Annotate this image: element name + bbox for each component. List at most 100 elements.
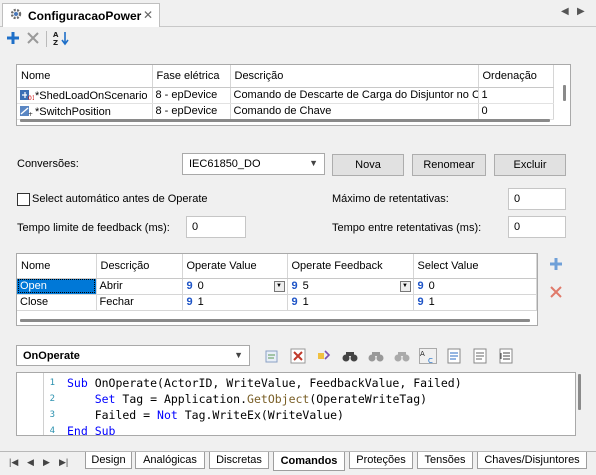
- cell-select-value[interactable]: 90: [413, 278, 537, 295]
- sort-az-icon[interactable]: AZ: [53, 30, 71, 49]
- document-tab[interactable]: ConfiguracaoPower ✕: [2, 3, 160, 27]
- tab-protecoes[interactable]: Proteções: [349, 452, 413, 469]
- column-header-nome[interactable]: Nome: [17, 65, 153, 88]
- find-previous-icon[interactable]: [392, 347, 412, 365]
- cell-select-value[interactable]: 91: [413, 294, 537, 311]
- svg-text:A: A: [420, 350, 425, 358]
- add-command-icon[interactable]: [549, 257, 563, 274]
- tab-design[interactable]: Design: [85, 452, 132, 469]
- uncomment-icon[interactable]: [470, 347, 490, 365]
- right-arrow-icon[interactable]: ▶: [577, 6, 585, 17]
- find-icon[interactable]: [340, 347, 360, 365]
- table-row[interactable]: 01*ShedLoadOnScenario 8 - epDevice Coman…: [17, 87, 554, 104]
- column-header-ordenacao[interactable]: Ordenação: [478, 65, 554, 88]
- cell-operate-value[interactable]: 9 0 ▼: [182, 278, 288, 295]
- cell-ordenacao[interactable]: 1: [478, 87, 554, 104]
- cell-operate-feedback[interactable]: 9 5 ▼: [287, 278, 414, 295]
- horizontal-scrollbar[interactable]: [17, 317, 537, 325]
- previous-tab-icon[interactable]: ◀: [27, 457, 34, 468]
- cell-nome[interactable]: Open: [17, 278, 97, 295]
- commands-grid: Nome Descrição Operate Value Operate Fee…: [16, 253, 538, 326]
- cell-descricao[interactable]: Comando de Descarte de Carga do Disjunto…: [230, 87, 479, 104]
- line-number: 3: [49, 410, 55, 420]
- tempo-limite-input[interactable]: 0: [186, 216, 246, 238]
- cell-operate-value[interactable]: 91: [182, 294, 288, 311]
- code-line[interactable]: Sub OnOperate(ActorID, WriteValue, Feedb…: [67, 375, 462, 391]
- column-header-operate-feedback[interactable]: Operate Feedback: [287, 254, 414, 279]
- line-number: 4: [49, 426, 55, 436]
- max-retentativas-input[interactable]: 0: [508, 188, 566, 210]
- left-arrow-icon[interactable]: ◀: [561, 6, 569, 17]
- event-select[interactable]: OnOperate ▼: [16, 345, 250, 366]
- svg-text:C: C: [428, 357, 433, 364]
- excluir-button[interactable]: Excluir: [494, 154, 566, 176]
- table-row[interactable]: Open Abrir 9 0 ▼ 9 5 ▼ 90: [17, 278, 537, 295]
- close-icon[interactable]: ✕: [143, 8, 153, 22]
- column-header-nome[interactable]: Nome: [17, 254, 97, 279]
- indent-icon[interactable]: [496, 347, 516, 365]
- tempo-entre-input[interactable]: 0: [508, 216, 566, 238]
- code-line[interactable]: Failed = Not Tag.WriteEx(WriteValue): [67, 407, 462, 423]
- dropdown-arrow-icon[interactable]: ▼: [399, 280, 411, 292]
- cell-text: *SwitchPosition: [35, 105, 111, 118]
- column-header-fase[interactable]: Fase elétrica: [152, 65, 231, 88]
- delete-icon[interactable]: [288, 347, 308, 365]
- code-text[interactable]: Sub OnOperate(ActorID, WriteValue, Feedb…: [67, 375, 462, 436]
- cell-descricao[interactable]: Fechar: [96, 294, 183, 311]
- cell-text: 1: [302, 296, 309, 308]
- cell-nome[interactable]: Close: [17, 294, 97, 311]
- document-tab-bar: ConfiguracaoPower ✕ ◀ ▶: [0, 0, 596, 27]
- tab-tensoes[interactable]: Tensões: [417, 452, 473, 469]
- comment-icon[interactable]: [444, 347, 464, 365]
- line-number: 2: [49, 394, 55, 404]
- column-header-select-value[interactable]: Select Value: [413, 254, 537, 279]
- last-tab-icon[interactable]: ▶|: [59, 457, 68, 468]
- first-tab-icon[interactable]: |◀: [9, 457, 18, 468]
- column-header-descricao[interactable]: Descrição: [230, 65, 479, 88]
- tab-comandos[interactable]: Comandos: [273, 452, 345, 471]
- tab-chaves-disjuntores[interactable]: Chaves/Disjuntores: [477, 452, 587, 469]
- code-line[interactable]: End Sub: [67, 423, 462, 436]
- svg-text:+: +: [28, 111, 33, 117]
- delete-command-icon[interactable]: [549, 285, 563, 302]
- cell-fase[interactable]: 8 - epDevice: [152, 87, 231, 104]
- table-row[interactable]: Close Fechar 91 91 91: [17, 294, 537, 311]
- select-auto-checkbox[interactable]: [17, 193, 30, 206]
- toolbar: AZ: [0, 27, 596, 51]
- nova-button[interactable]: Nova: [332, 154, 404, 176]
- tab-analogicas[interactable]: Analógicas: [135, 452, 205, 469]
- tag-icon: 9: [291, 280, 298, 292]
- cell-text: *ShedLoadOnScenario: [35, 89, 148, 102]
- gear-icon: [9, 7, 23, 24]
- code-token: Failed =: [67, 408, 158, 422]
- insert-code-icon[interactable]: [262, 347, 282, 365]
- code-line[interactable]: Set Tag = Application.GetObject(OperateW…: [67, 391, 462, 407]
- column-header-operate-value[interactable]: Operate Value: [182, 254, 288, 279]
- svg-text:Z: Z: [53, 39, 58, 46]
- column-header-descricao[interactable]: Descrição: [96, 254, 183, 279]
- cell-operate-feedback[interactable]: 91: [287, 294, 414, 311]
- code-editor[interactable]: 1 2 3 4 Sub OnOperate(ActorID, WriteValu…: [16, 372, 576, 436]
- find-next-icon[interactable]: [366, 347, 386, 365]
- vertical-scrollbar[interactable]: [563, 85, 566, 101]
- cell-text: 0: [428, 280, 435, 292]
- code-keyword: End Sub: [67, 424, 116, 436]
- replace-icon[interactable]: AC: [418, 347, 438, 365]
- browse-objects-icon[interactable]: [314, 347, 334, 365]
- cell-nome[interactable]: 01*ShedLoadOnScenario: [17, 87, 153, 104]
- code-token: (OperateWriteTag): [309, 392, 428, 406]
- tag-icon: 9: [186, 280, 193, 292]
- cell-descricao[interactable]: Abrir: [96, 278, 183, 295]
- tab-discretas[interactable]: Discretas: [209, 452, 269, 469]
- next-tab-icon[interactable]: ▶: [43, 457, 50, 468]
- editor-scrollbar[interactable]: [578, 374, 581, 410]
- code-token: OnOperate(ActorID, WriteValue, FeedbackV…: [87, 376, 462, 390]
- delete-icon[interactable]: [26, 31, 40, 48]
- conversoes-select[interactable]: IEC61850_DO ▼: [182, 153, 325, 175]
- event-value: OnOperate: [23, 349, 80, 362]
- horizontal-scrollbar[interactable]: [17, 117, 570, 125]
- switch-icon: +: [20, 105, 34, 118]
- renomear-button[interactable]: Renomear: [412, 154, 486, 176]
- dropdown-arrow-icon[interactable]: ▼: [273, 280, 285, 292]
- add-icon[interactable]: [6, 31, 20, 48]
